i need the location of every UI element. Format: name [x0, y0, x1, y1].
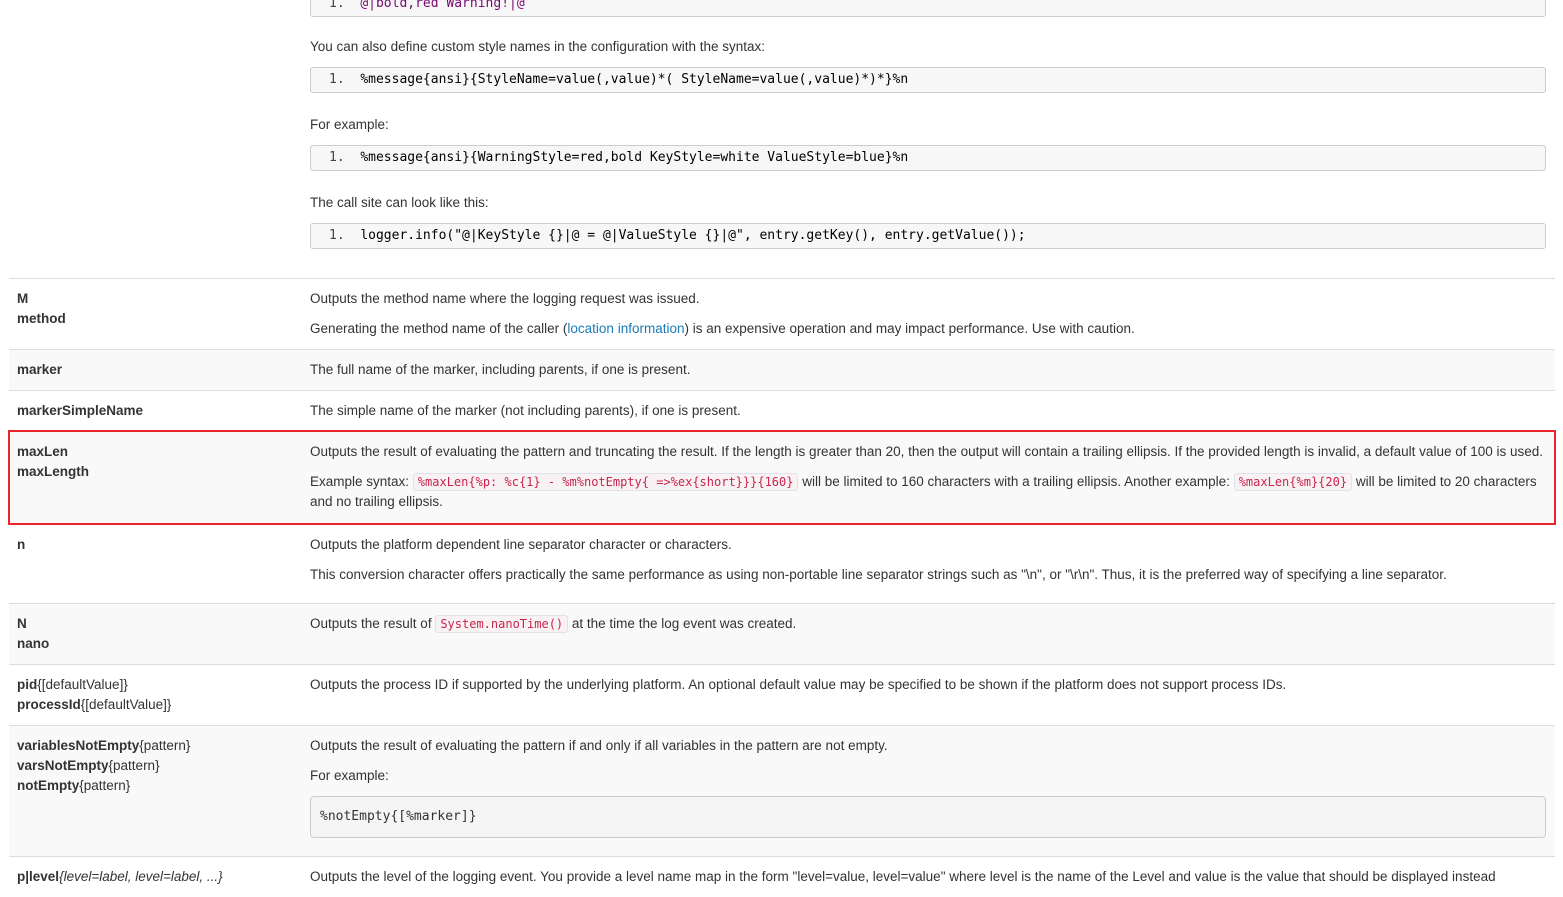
code-block-call-site: 1. logger.info("@|KeyStyle {}|@ = @|Valu… [310, 223, 1546, 249]
row-method: M method Outputs the method name where t… [9, 278, 1555, 349]
row-description: The simple name of the marker (not inclu… [310, 403, 741, 418]
row-level: p|level{level=label, level=label, ...} O… [9, 856, 1555, 897]
inline-code: %maxLen{%p: %c{1} - %m%notEmpty{ =>%ex{s… [412, 473, 799, 491]
highlight-row-continued: 1. @|bold,red Warning!|@ You can also de… [9, 0, 1555, 278]
code-block-syntax: 1. %message{ansi}{StyleName=value(,value… [310, 67, 1546, 93]
call-site-text: The call site can look like this: [310, 195, 489, 210]
row-key: maxLen maxLength [17, 444, 90, 479]
inline-code: %maxLen{%m}{20} [1233, 473, 1353, 491]
row-description: The full name of the marker, including p… [310, 362, 691, 377]
row-key: N nano [17, 616, 50, 651]
row-key: M method [17, 291, 66, 326]
location-information-link[interactable]: location information [567, 321, 684, 336]
row-key: p|level{level=label, level=label, ...} [17, 869, 223, 884]
row-marker: marker The full name of the marker, incl… [9, 349, 1555, 390]
row-description: Outputs the platform dependent line sepa… [310, 537, 1447, 582]
row-marker-simple-name: markerSimpleName The simple name of the … [9, 390, 1555, 431]
row-max-length-highlighted: maxLen maxLength Outputs the result of e… [8, 430, 1556, 525]
row-not-empty: variablesNotEmpty{pattern} varsNotEmpty{… [9, 725, 1555, 856]
code-block-example: 1. %message{ansi}{WarningStyle=red,bold … [310, 145, 1546, 171]
row-description: 1. @|bold,red Warning!|@ You can also de… [293, 0, 1555, 278]
row-description: Outputs the process ID if supported by t… [310, 677, 1287, 692]
row-line-separator: n Outputs the platform dependent line se… [9, 524, 1555, 603]
row-description: Outputs the result of evaluating the pat… [310, 444, 1544, 509]
row-nano: N nano Outputs the result of System.nano… [9, 603, 1555, 664]
row-key: variablesNotEmpty{pattern} varsNotEmpty{… [17, 738, 191, 793]
inline-code: System.nanoTime() [435, 615, 569, 633]
pattern-layout-table: 1. @|bold,red Warning!|@ You can also de… [8, 0, 1556, 897]
code-block-warning: 1. @|bold,red Warning!|@ [310, 0, 1546, 17]
row-description: Outputs the method name where the loggin… [310, 291, 1135, 336]
row-key [9, 0, 293, 278]
row-process-id: pid{[defaultValue]} processId{[defaultVa… [9, 664, 1555, 725]
for-example-text: For example: [310, 117, 389, 132]
row-key: markerSimpleName [17, 403, 144, 418]
row-key: n [17, 537, 26, 552]
code-block-not-empty: %notEmpty{[%marker]} [310, 796, 1546, 838]
ansi-style-syntax-text: You can also define custom style names i… [310, 39, 766, 54]
row-description: Outputs the result of evaluating the pat… [293, 726, 1555, 856]
row-key: marker [17, 362, 63, 377]
row-description: Outputs the result of System.nanoTime() … [310, 615, 797, 633]
row-key: pid{[defaultValue]} processId{[defaultVa… [17, 677, 172, 712]
row-description: Outputs the level of the logging event. … [310, 869, 1496, 884]
